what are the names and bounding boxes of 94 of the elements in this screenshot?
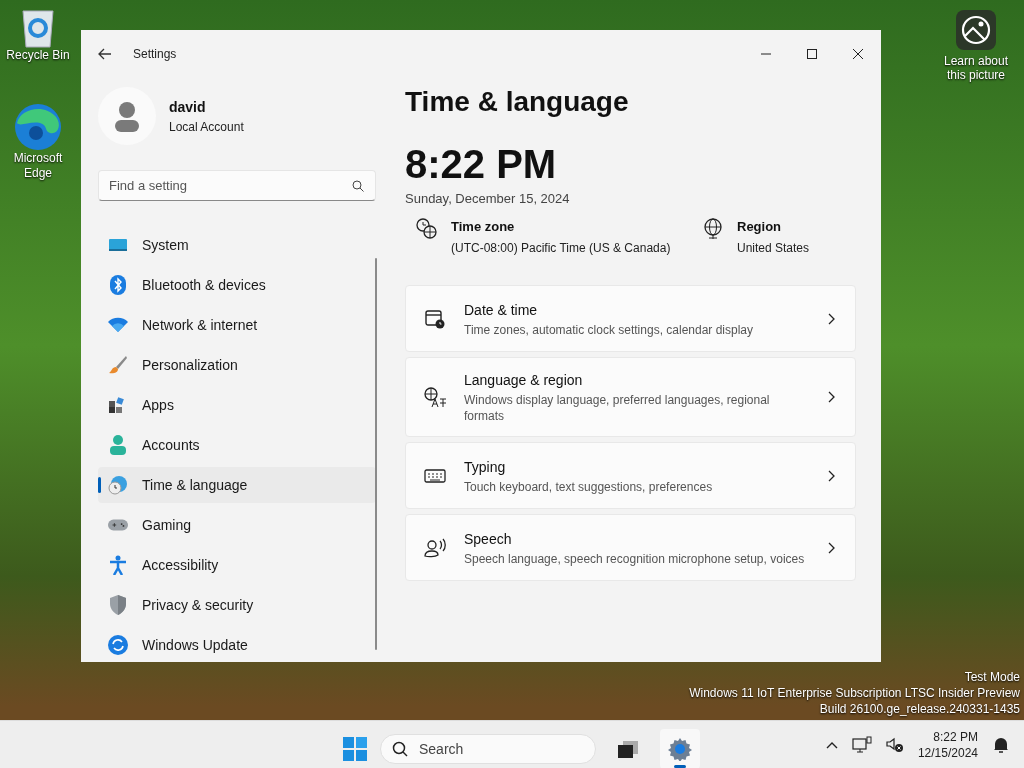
window-title: Settings <box>133 46 177 63</box>
sidebar-item[interactable]: System <box>98 227 376 263</box>
taskbar-time[interactable]: 8:22 PM <box>933 728 978 745</box>
taskbar-date[interactable]: 12/15/2024 <box>917 744 978 761</box>
user-name: david <box>169 97 207 117</box>
sidebar-label: Bluetooth & devices <box>142 275 266 295</box>
current-date: Sunday, December 15, 2024 <box>405 190 571 208</box>
card-title: Language & region <box>464 371 584 390</box>
info-value: United States <box>737 240 810 257</box>
info-value: (UTC-08:00) Pacific Time (US & Canada) <box>451 240 671 257</box>
card-description: Time zones, automatic clock settings, calendar display <box>464 321 755 338</box>
sidebar-label: Accessibility <box>142 555 219 575</box>
sidebar-label: Personalization <box>142 355 238 375</box>
person-icon <box>109 435 127 455</box>
card-description: Touch keyboard, text suggestions, preferences <box>464 478 714 495</box>
selection-indicator <box>98 477 101 493</box>
sidebar-item[interactable]: Accessibility <box>98 547 376 583</box>
sidebar-item[interactable]: Personalization <box>98 347 376 383</box>
gamepad-icon <box>108 518 128 532</box>
account-type: Local Account <box>169 118 244 136</box>
learn-about-picture-label[interactable]: Learn about this picture <box>936 54 1016 82</box>
monitor-icon <box>108 237 128 253</box>
sidebar-label: Gaming <box>142 515 192 535</box>
card-title: Speech <box>464 529 513 549</box>
bluetooth-icon <box>109 275 127 295</box>
landscape-icon[interactable] <box>956 10 996 50</box>
globe-clock-icon <box>108 475 128 495</box>
info-title: Time zone <box>451 217 516 236</box>
card-title: Typing <box>464 457 507 477</box>
settings-search-field[interactable]: Find a setting <box>98 170 376 201</box>
network-icon[interactable] <box>851 735 872 754</box>
chevron-right-icon <box>828 312 835 325</box>
sidebar-label: Time & language <box>142 475 248 495</box>
settings-card[interactable]: Typing Touch keyboard, text suggestions, preferences <box>405 442 856 509</box>
card-description: Windows display language, preferred languages, regional formats <box>464 392 771 424</box>
calendar-clock-icon <box>425 308 445 329</box>
sidebar-item[interactable]: Gaming <box>98 507 376 543</box>
muted-speaker-icon[interactable] <box>885 736 904 753</box>
sidebar-item[interactable]: Network & internet <box>98 307 376 343</box>
accessibility-icon <box>109 555 127 575</box>
sidebar-item[interactable]: Windows Update <box>98 627 376 663</box>
settings-card[interactable]: Date & time Time zones, automatic clock settings, calendar display <box>405 285 856 352</box>
clock-globe-icon <box>415 216 437 239</box>
avatar-icon[interactable] <box>98 87 156 145</box>
bell-icon[interactable] <box>992 735 1010 754</box>
watermark-text: Windows 11 IoT Enterprise Subscription LTSC Insider Preview <box>689 685 1020 701</box>
chevron-right-icon <box>828 469 835 482</box>
sidebar-label: Apps <box>142 395 174 415</box>
sidebar-label: Privacy & security <box>142 595 254 615</box>
page-title: Time & language <box>405 85 630 119</box>
sidebar-label: Windows Update <box>142 635 248 655</box>
keyboard-icon <box>424 468 446 483</box>
paintbrush-icon <box>108 355 128 375</box>
close-icon <box>853 49 863 59</box>
sidebar-label: Network & internet <box>142 315 258 335</box>
globe-icon <box>703 216 723 239</box>
sidebar-item[interactable]: Accounts <box>98 427 376 463</box>
sidebar-label: System <box>142 235 189 255</box>
minimize-icon <box>761 53 771 55</box>
chevron-right-icon <box>828 541 835 554</box>
info-title: Region <box>737 217 783 236</box>
desktop-icon-label[interactable]: Microsoft Edge <box>3 151 73 181</box>
recycle-bin-icon <box>20 8 56 48</box>
card-title: Date & time <box>464 300 539 320</box>
sidebar-item[interactable]: Bluetooth & devices <box>98 267 376 303</box>
active-indicator <box>674 765 686 768</box>
watermark-text: Test Mode <box>964 669 1020 685</box>
wifi-icon <box>108 317 128 333</box>
edge-logo-icon <box>14 103 62 151</box>
task-view-icon <box>617 740 639 758</box>
back-arrow-icon[interactable] <box>98 48 112 60</box>
sidebar-item[interactable]: Time & language <box>98 467 376 503</box>
chevron-up-icon[interactable] <box>825 740 838 749</box>
start-icon[interactable] <box>342 736 368 762</box>
sidebar-item[interactable]: Apps <box>98 387 376 423</box>
settings-card[interactable]: Language & region Windows display language, preferred languages, regional formats <box>405 357 856 437</box>
chevron-right-icon <box>828 391 835 403</box>
search-icon <box>392 741 408 757</box>
maximize-icon <box>807 49 817 59</box>
taskbar-search-field[interactable]: Search <box>380 734 596 764</box>
desktop-icon-label[interactable]: Recycle Bin <box>3 48 73 63</box>
sidebar-label: Accounts <box>142 435 200 455</box>
sidebar-item[interactable]: Privacy & security <box>98 587 376 623</box>
language-icon <box>424 387 446 407</box>
scrollbar[interactable] <box>375 258 377 650</box>
gear-icon <box>668 737 692 761</box>
shield-icon <box>109 595 127 615</box>
search-icon <box>352 180 364 192</box>
settings-card[interactable]: Speech Speech language, speech recognition microphone setup, voices <box>405 514 856 581</box>
current-time: 8:22 PM <box>405 141 558 187</box>
speech-icon <box>424 537 446 558</box>
watermark-text: Build 26100.ge_release.240331-1435 <box>819 701 1020 717</box>
card-description: Speech language, speech recognition microphone setup, voices <box>464 550 806 567</box>
refresh-icon <box>108 635 128 655</box>
